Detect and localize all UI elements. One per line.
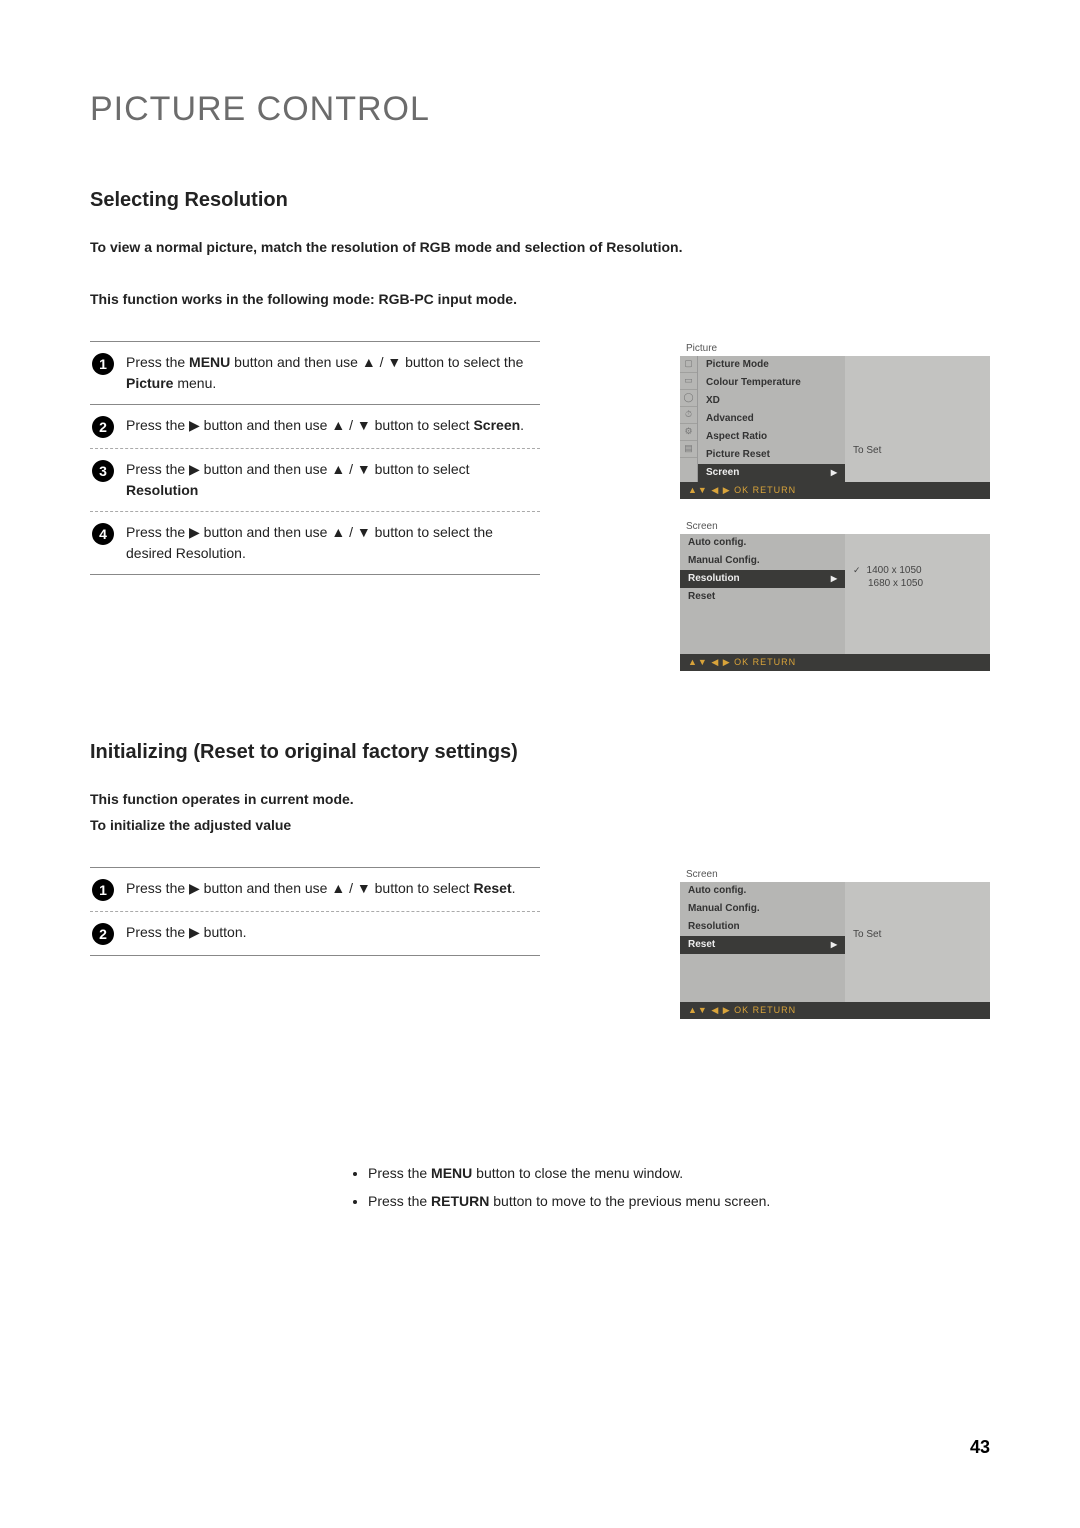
osd-item: Auto config.	[680, 534, 845, 552]
osd-item: Picture Reset	[698, 446, 845, 464]
osd-icon: ◯	[680, 390, 697, 407]
step-badge-1b: 1	[92, 879, 114, 901]
step-3: 3 Press the ▶ button and then use ▲ / ▼ …	[90, 449, 540, 511]
osd-item: Resolution	[680, 918, 845, 936]
section2-intro2: To initialize the adjusted value	[90, 814, 990, 836]
osd-item-selected: Reset▶	[680, 936, 845, 954]
step-1b: 1 Press the ▶ button and then use ▲ / ▼ …	[90, 868, 540, 911]
step-badge-4: 4	[92, 523, 114, 545]
step-badge-1: 1	[92, 353, 114, 375]
osd-footer: ▲▼ ◀ ▶ OK RETURN	[680, 654, 990, 671]
osd-screen-reset-menu: Screen Auto config. Manual Config. Resol…	[680, 867, 990, 1019]
note-1: Press the MENU button to close the menu …	[368, 1159, 990, 1187]
osd-item: Manual Config.	[680, 552, 845, 570]
step-4: 4 Press the ▶ button and then use ▲ / ▼ …	[90, 512, 540, 574]
chevron-right-icon: ▶	[831, 573, 837, 584]
note-2: Press the RETURN button to move to the p…	[368, 1187, 990, 1215]
osd-item-selected: Screen▶	[698, 464, 845, 482]
osd-icon: ▢	[680, 356, 697, 373]
section1-intro2: This function works in the following mod…	[90, 288, 990, 310]
osd-item: Advanced	[698, 410, 845, 428]
osd-icon: ▤	[680, 441, 697, 458]
chevron-right-icon: ▶	[831, 467, 837, 478]
section2-intro1: This function operates in current mode.	[90, 788, 990, 810]
section2-title: Initializing (Reset to original factory …	[90, 741, 990, 764]
osd-item: XD	[698, 392, 845, 410]
osd-icon: ⏱	[680, 407, 697, 424]
osd-item: Auto config.	[680, 882, 845, 900]
step-badge-2b: 2	[92, 923, 114, 945]
osd-icon: ⚙	[680, 424, 697, 441]
section1-intro1: To view a normal picture, match the reso…	[90, 236, 990, 258]
page-number: 43	[970, 1437, 990, 1458]
step-badge-3: 3	[92, 460, 114, 482]
osd-footer: ▲▼ ◀ ▶ OK RETURN	[680, 482, 990, 499]
resolution-option: 1680 x 1050	[853, 577, 982, 590]
section1-steps: 1 Press the MENU button and then use ▲ /…	[90, 341, 540, 575]
osd-item: Reset	[680, 588, 845, 606]
osd-item: Aspect Ratio	[698, 428, 845, 446]
step-2: 2 Press the ▶ button and then use ▲ / ▼ …	[90, 405, 540, 448]
step-2b: 2 Press the ▶ button.	[90, 912, 540, 955]
section2-steps: 1 Press the ▶ button and then use ▲ / ▼ …	[90, 867, 540, 956]
osd-item: Colour Temperature	[698, 374, 845, 392]
osd-icon: ▭	[680, 373, 697, 390]
section1-title: Selecting Resolution	[90, 189, 990, 212]
osd-item-selected: Resolution▶	[680, 570, 845, 588]
osd-screen-resolution-menu: Screen Auto config. Manual Config. Resol…	[680, 519, 990, 671]
osd-footer: ▲▼ ◀ ▶ OK RETURN	[680, 1002, 990, 1019]
chevron-right-icon: ▶	[831, 939, 837, 950]
osd-item: Picture Mode	[698, 356, 845, 374]
osd-picture-menu: Picture ▢ ▭ ◯ ⏱ ⚙ ▤ Picture Mode Colour …	[680, 341, 990, 499]
footer-notes: Press the MENU button to close the menu …	[350, 1159, 990, 1215]
osd-item: Manual Config.	[680, 900, 845, 918]
page-title: PICTURE CONTROL	[90, 90, 990, 129]
step-1: 1 Press the MENU button and then use ▲ /…	[90, 342, 540, 404]
step-badge-2: 2	[92, 416, 114, 438]
resolution-option-selected: 1400 x 1050	[853, 564, 982, 577]
